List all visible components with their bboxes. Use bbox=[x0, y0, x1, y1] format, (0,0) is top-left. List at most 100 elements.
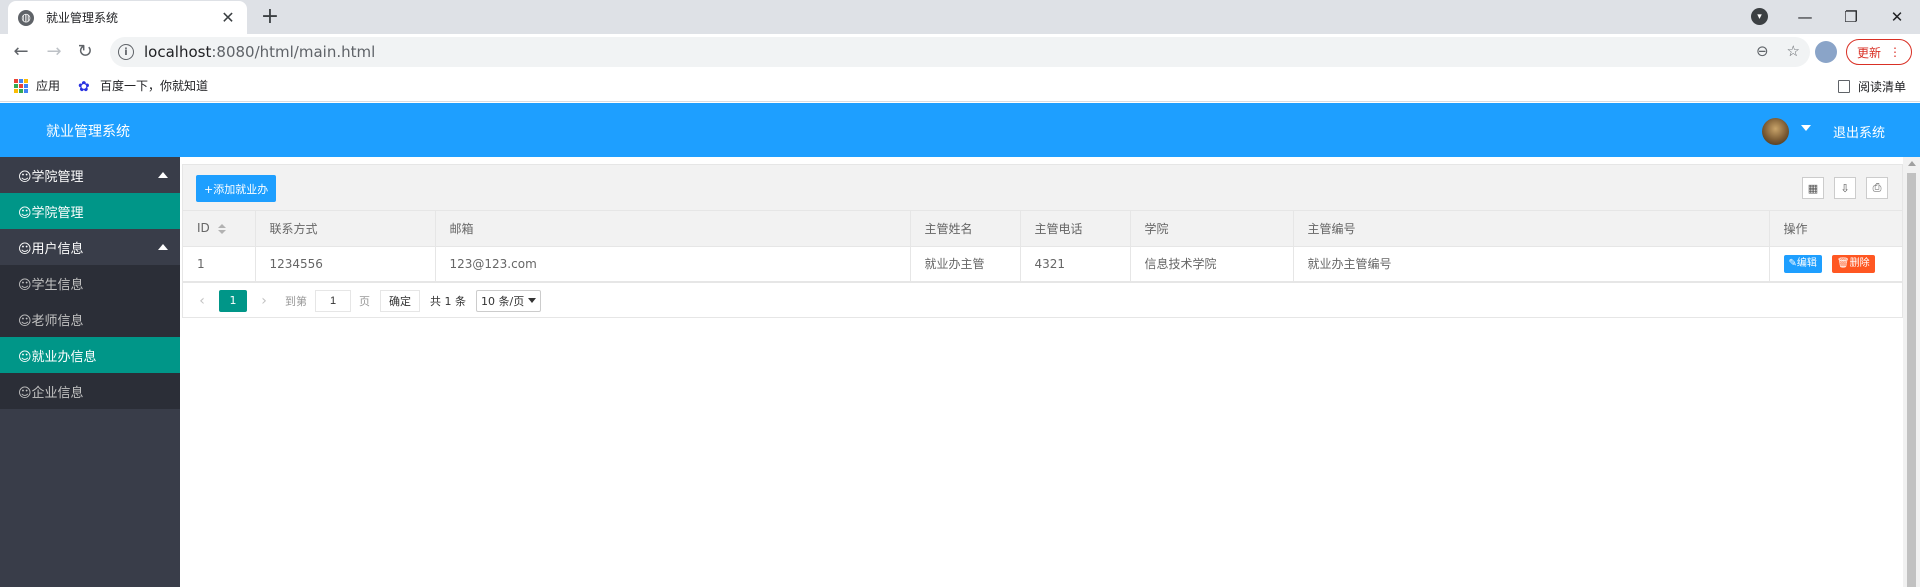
profile-avatar[interactable] bbox=[1815, 41, 1837, 63]
table-row: 1 1234556 123@123.com 就业办主管 4321 信息技术学院 … bbox=[183, 246, 1902, 282]
bookmarks-bar: 应用 ✿ 百度一下，你就知道 阅读清单 bbox=[0, 70, 1920, 102]
pagination: ‹ 1 › 到第 页 确定 共 1 条 10 条/页 bbox=[183, 282, 1902, 318]
table-header-row: ID 联系方式 邮箱 主管姓名 主管电话 学院 主管编号 操作 bbox=[183, 211, 1902, 247]
data-table-panel: +添加就业办 ▦ ⇩ ⎙ ID 联系方式 邮箱 主管姓名 主管电话 学院 主管编… bbox=[182, 164, 1903, 318]
sidebar-item-label: ☺学院管理 bbox=[18, 169, 84, 185]
cell-manager-phone: 4321 bbox=[1020, 246, 1131, 282]
sidebar-item-teachers[interactable]: ☺老师信息 bbox=[0, 301, 180, 337]
col-header-id[interactable]: ID bbox=[183, 211, 256, 247]
browser-toolbar: ← → ↻ i localhost:8080/html/main.html ⊖ … bbox=[0, 34, 1920, 70]
total-count: 共 1 条 bbox=[430, 294, 466, 308]
print-icon[interactable]: ⎙ bbox=[1866, 177, 1888, 199]
reload-icon[interactable]: ↻ bbox=[73, 40, 97, 64]
add-employment-office-button[interactable]: +添加就业办 bbox=[196, 175, 277, 202]
sidebar-item-label: ☺学生信息 bbox=[18, 277, 84, 293]
col-header-actions: 操作 bbox=[1769, 211, 1902, 247]
current-page-button[interactable]: 1 bbox=[219, 289, 247, 312]
prev-page-icon[interactable]: ‹ bbox=[195, 293, 209, 309]
scroll-up-icon[interactable] bbox=[1908, 161, 1916, 166]
reading-list-button[interactable]: 阅读清单 bbox=[1837, 78, 1906, 95]
table-toolbar: +添加就业办 ▦ ⇩ ⎙ bbox=[183, 165, 1902, 211]
col-header-email: 邮箱 bbox=[435, 211, 911, 247]
header-label: ID bbox=[197, 221, 210, 236]
main-content: +添加就业办 ▦ ⇩ ⎙ ID 联系方式 邮箱 主管姓名 主管电话 学院 主管编… bbox=[180, 157, 1903, 587]
chevron-down-icon bbox=[528, 298, 537, 303]
apps-grid-icon bbox=[14, 78, 28, 93]
edit-button[interactable]: ✎编辑 bbox=[1783, 254, 1822, 273]
caret-up-icon bbox=[158, 244, 168, 250]
bookmark-apps[interactable]: 应用 bbox=[14, 77, 60, 94]
url-path: :8080/html/main.html bbox=[211, 43, 376, 61]
more-icon: ⋮ bbox=[1889, 45, 1901, 59]
goto-label: 到第 bbox=[285, 294, 307, 308]
back-icon[interactable]: ← bbox=[9, 40, 33, 64]
zoom-icon[interactable]: ⊖ bbox=[1756, 42, 1769, 60]
window-controls: — ❐ ✕ bbox=[1782, 0, 1920, 34]
goto-page-input[interactable] bbox=[315, 289, 351, 312]
export-icon[interactable]: ⇩ bbox=[1834, 177, 1856, 199]
col-header-manager-name: 主管姓名 bbox=[910, 211, 1021, 247]
sidebar-group-users[interactable]: ☺用户信息 bbox=[0, 229, 180, 265]
new-tab-button[interactable]: + bbox=[258, 4, 282, 29]
update-label: 更新 bbox=[1856, 45, 1881, 60]
url-host: localhost bbox=[144, 43, 212, 61]
sidebar-item-label: ☺用户信息 bbox=[18, 241, 84, 257]
sidebar-item-students[interactable]: ☺学生信息 bbox=[0, 265, 180, 301]
sidebar-item-label: ☺企业信息 bbox=[18, 385, 84, 401]
bookmark-star-icon[interactable]: ☆ bbox=[1787, 42, 1800, 60]
restore-icon[interactable]: ❐ bbox=[1828, 8, 1874, 26]
minimize-icon[interactable]: — bbox=[1782, 8, 1828, 26]
sidebar-group-college[interactable]: ☺学院管理 bbox=[0, 157, 180, 193]
page-suffix: 页 bbox=[359, 294, 370, 308]
cell-manager-name: 就业办主管 bbox=[910, 246, 1021, 282]
sidebar-item-companies[interactable]: ☺企业信息 bbox=[0, 373, 180, 409]
site-info-icon[interactable]: i bbox=[118, 44, 134, 60]
app-title: 就业管理系统 bbox=[46, 124, 130, 140]
col-header-contact: 联系方式 bbox=[255, 211, 436, 247]
app-header: 就业管理系统 退出系统 bbox=[0, 103, 1920, 157]
reading-list-label: 阅读清单 bbox=[1857, 80, 1906, 94]
cell-contact: 1234556 bbox=[255, 246, 436, 282]
browser-tabstrip: ◍ 就业管理系统 ✕ + ▾ — ❐ ✕ bbox=[0, 0, 1920, 34]
col-header-college: 学院 bbox=[1130, 211, 1294, 247]
url-text: localhost:8080/html/main.html bbox=[144, 43, 375, 61]
user-menu-caret-icon[interactable] bbox=[1801, 125, 1811, 131]
sidebar-item-employment-office[interactable]: ☺就业办信息 bbox=[0, 337, 180, 373]
tab-title: 就业管理系统 bbox=[46, 11, 119, 25]
sidebar-item-label: ☺就业办信息 bbox=[18, 349, 97, 365]
tab-search-icon[interactable]: ▾ bbox=[1751, 8, 1768, 25]
cell-actions: ✎编辑 🗑删除 bbox=[1769, 246, 1902, 282]
bookmark-label: 百度一下，你就知道 bbox=[100, 79, 209, 93]
forward-icon[interactable]: → bbox=[42, 40, 66, 64]
col-header-manager-phone: 主管电话 bbox=[1020, 211, 1131, 247]
user-avatar[interactable] bbox=[1762, 118, 1789, 145]
sidebar-item-college-management[interactable]: ☺学院管理 bbox=[0, 193, 180, 229]
columns-filter-icon[interactable]: ▦ bbox=[1802, 177, 1824, 199]
goto-confirm-button[interactable]: 确定 bbox=[380, 289, 420, 312]
globe-icon: ◍ bbox=[18, 9, 34, 26]
content-scrollbar[interactable] bbox=[1903, 157, 1920, 587]
page-size-select[interactable]: 10 条/页 bbox=[476, 289, 542, 312]
page-size-value: 10 条/页 bbox=[481, 294, 525, 308]
update-button[interactable]: 更新 ⋮ bbox=[1846, 39, 1912, 65]
cell-email: 123@123.com bbox=[435, 246, 911, 282]
delete-button[interactable]: 🗑删除 bbox=[1831, 254, 1875, 273]
next-page-icon[interactable]: › bbox=[257, 293, 271, 309]
sidebar-item-label: ☺老师信息 bbox=[18, 313, 84, 329]
baidu-paw-icon: ✿ bbox=[78, 78, 90, 95]
browser-tab[interactable]: ◍ 就业管理系统 ✕ bbox=[8, 1, 247, 34]
caret-up-icon bbox=[158, 172, 168, 178]
col-header-manager-id: 主管编号 bbox=[1293, 211, 1770, 247]
bookmark-baidu[interactable]: ✿ 百度一下，你就知道 bbox=[78, 77, 209, 95]
window-close-icon[interactable]: ✕ bbox=[1874, 8, 1920, 26]
cell-manager-id: 就业办主管编号 bbox=[1293, 246, 1770, 282]
scroll-thumb[interactable] bbox=[1907, 173, 1916, 587]
logout-link[interactable]: 退出系统 bbox=[1833, 122, 1885, 141]
reading-list-icon bbox=[1837, 80, 1850, 93]
bookmark-label: 应用 bbox=[36, 79, 61, 93]
omnibox-actions: ⊖ ☆ bbox=[1756, 42, 1800, 60]
tab-close-icon[interactable]: ✕ bbox=[219, 8, 237, 27]
cell-college: 信息技术学院 bbox=[1130, 246, 1294, 282]
sort-icon[interactable] bbox=[217, 223, 226, 234]
address-bar[interactable]: i localhost:8080/html/main.html ⊖ ☆ bbox=[110, 37, 1810, 67]
